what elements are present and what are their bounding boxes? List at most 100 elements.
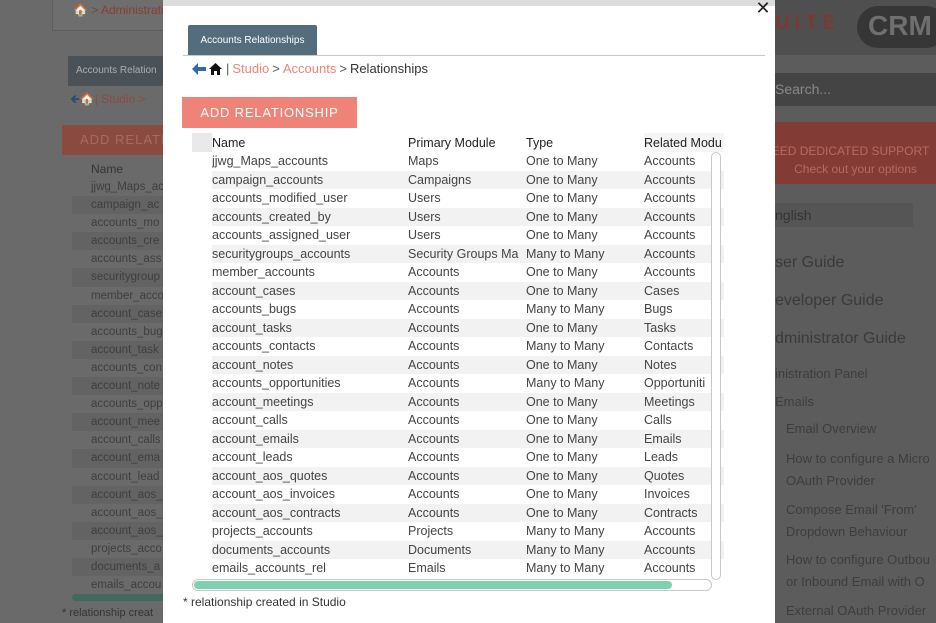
table-row[interactable]: campaign_accounts Campaigns One to Many Acc… [192,170,724,189]
table-row[interactable]: member_accounts Accounts One to Many Accoun… [192,263,724,282]
cell-type: Many to Many [526,339,605,354]
table-row[interactable]: account_tasks Accounts One to Many Tasks [192,318,724,338]
cell-primary-module: Projects [408,524,454,539]
bg-support-banner: EED DEDICATED SUPPORT Check out your opt… [775,122,936,184]
bg-back-icon: 🡸 [70,92,80,106]
cell-type: One to Many [526,265,598,280]
bg-add-relationship-button: ADD RELATI [62,125,172,155]
bg-nav: 🡸🏠| Studio > [70,90,146,111]
row-selector [192,356,212,375]
bg-list-item: account_note [72,377,172,396]
table-row[interactable]: account_cases Accounts One to Many Cases [192,281,724,301]
cell-name: accounts_modified_user [212,191,348,206]
cell-name: account_meetings [212,392,408,411]
table-row[interactable]: documents_accounts Documents Many to Many A… [192,540,724,559]
horizontal-scrollbar-thumb[interactable] [194,581,672,589]
table-row[interactable]: securitygroups_accounts Security Groups M… [192,244,724,264]
column-header-type[interactable]: Type [526,133,644,152]
cell-name: jjwg_Maps_accounts [212,154,329,169]
column-header-related-module[interactable]: Related Modu [644,133,724,152]
add-relationship-button[interactable]: ADD RELATIONSHIP [182,97,357,128]
table-row[interactable]: account_meetings Accounts One to Many Meeti… [192,392,724,411]
table-row[interactable]: account_leads Accounts One to Many Leads [192,448,724,467]
close-icon[interactable]: ✕ [755,0,771,18]
bg-list-item: account_ema [72,449,172,468]
table-header-row: Name Primary Module Type Related Modu [192,133,724,152]
table-row[interactable]: accounts_contacts Accounts Many to Many Con… [192,337,724,356]
cell-primary-module: Accounts [408,355,526,374]
tab-accounts-relationships[interactable]: Accounts Relationships [188,25,317,55]
bg-link-inbound: or Inbound Email with O [786,574,925,589]
cell-type: One to Many [526,228,598,243]
table-row[interactable]: account_calls Accounts One to Many Calls [192,411,724,430]
bg-breadcrumb-text: > Administrati [91,3,164,17]
bg-list-item: accounts_cre [72,232,172,251]
table-row[interactable]: account_aos_invoices Accounts One to Many I… [192,485,724,504]
table-row[interactable]: account_aos_quotes Accounts One to Many Quo… [192,466,724,486]
modal-top-strip [163,0,775,6]
home-icon[interactable] [208,62,223,76]
table-row[interactable]: emails_accounts_rel Emails Many to Many Acc… [192,559,724,578]
cell-primary-module: Accounts [408,487,460,502]
bg-admin-guide: dministrator Guide [775,330,906,347]
table-row[interactable]: accounts_assigned_user Users One to Many Ac… [192,226,724,245]
bg-list-item: account_lead [91,470,160,483]
row-selector [192,282,212,301]
bg-support-line2: Check out your options [794,162,917,176]
row-selector [192,522,212,541]
table-row[interactable]: jjwg_Maps_accounts Maps One to Many Account… [192,152,724,171]
bg-language-select: nglish [775,203,913,227]
table-row[interactable]: accounts_bugs Accounts Many to Many Bugs [192,300,724,319]
bg-search-input: Search... [775,73,936,106]
bg-user-guide: ser Guide [775,254,845,271]
cell-name: campaign_accounts [212,170,408,189]
row-selector [192,319,212,338]
row-selector [192,189,212,208]
cell-type: One to Many [526,154,598,169]
cell-primary-module: Users [408,228,441,243]
bg-link-oauth: OAuth Provider [786,473,875,488]
cell-name: projects_accounts [212,524,313,539]
cell-type: One to Many [526,429,644,448]
cell-type: One to Many [526,450,598,465]
cell-name: account_aos_quotes [212,466,408,485]
row-selector [192,226,212,245]
bg-relationship-list: Name jjwg_Maps_ac campaign_ac accounts_mo a… [72,160,172,594]
vertical-scrollbar[interactable] [711,152,721,580]
bg-logo: UITE CRM [775,0,936,55]
bg-list-item: accounts_mo [91,217,160,230]
nav-link-studio[interactable]: Studio [232,61,269,76]
cell-name: account_tasks [212,318,408,337]
bg-list-item: account_calls [91,434,161,447]
nav-link-accounts[interactable]: Accounts [283,61,336,76]
bg-developer-guide: eveloper Guide [775,292,884,309]
back-arrow-icon[interactable] [191,62,207,76]
cell-type: One to Many [526,392,644,411]
cell-primary-module: Emails [408,561,446,576]
table-row[interactable]: account_notes Accounts One to Many Notes [192,355,724,375]
cell-name: securitygroups_accounts [212,244,408,263]
table-row[interactable]: projects_accounts Projects Many to Many Acc… [192,522,724,541]
bg-link-outbound: How to configure Outbou [786,552,930,567]
column-header-name[interactable]: Name [212,133,408,152]
cell-name: account_notes [212,355,408,374]
row-selector [192,245,212,264]
cell-name: accounts_contacts [212,339,316,354]
bg-list-item: member_acco [91,289,164,302]
cell-type: One to Many [526,191,598,206]
cell-name: account_calls [212,413,288,428]
row-selector [192,374,212,393]
cell-type: Many to Many [526,376,605,391]
table-row[interactable]: accounts_opportunities Accounts Many to Ma… [192,374,724,393]
table-row[interactable]: account_emails Accounts One to Many Emails [192,429,724,448]
column-header-primary-module[interactable]: Primary Module [408,133,526,152]
table-row[interactable]: accounts_modified_user Users One to Many Ac… [192,189,724,208]
table-row[interactable]: account_aos_contracts Accounts One to Many… [192,503,724,522]
table-row[interactable]: accounts_created_by Users One to Many Accou… [192,207,724,227]
row-selector [192,467,212,486]
bg-link-email-overview: Email Overview [786,421,877,436]
cell-name: emails_accounts_rel [212,561,326,576]
row-selector [192,208,212,227]
row-selector [192,152,212,171]
cell-primary-module: Accounts [408,339,460,354]
